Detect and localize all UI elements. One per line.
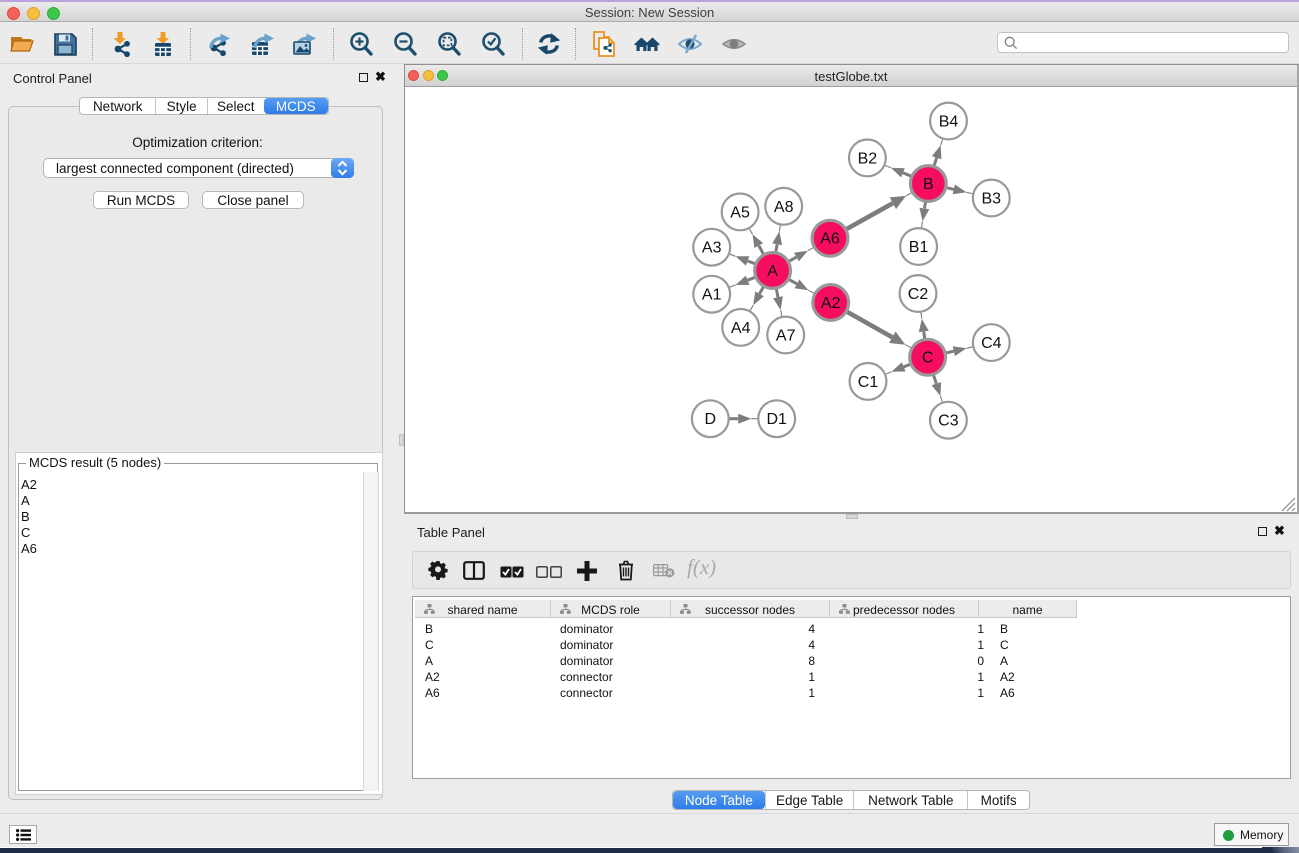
- svg-text:D1: D1: [766, 411, 787, 428]
- svg-text:B: B: [923, 176, 934, 193]
- svg-text:A4: A4: [731, 320, 751, 337]
- svg-text:C3: C3: [938, 413, 959, 430]
- svg-text:C2: C2: [908, 286, 929, 303]
- svg-text:B1: B1: [909, 239, 929, 256]
- svg-text:B4: B4: [939, 114, 959, 131]
- svg-text:C1: C1: [858, 374, 879, 391]
- svg-text:C: C: [922, 350, 934, 367]
- svg-text:C4: C4: [981, 335, 1002, 352]
- svg-text:B3: B3: [982, 191, 1002, 208]
- svg-text:A7: A7: [776, 328, 796, 345]
- svg-text:A3: A3: [702, 240, 722, 257]
- svg-text:A1: A1: [702, 287, 722, 304]
- svg-text:A2: A2: [821, 295, 841, 312]
- svg-text:A: A: [767, 263, 778, 280]
- svg-text:B2: B2: [858, 150, 878, 167]
- svg-text:A8: A8: [774, 199, 794, 216]
- svg-text:D: D: [705, 411, 717, 428]
- svg-text:A5: A5: [730, 204, 750, 221]
- svg-text:A6: A6: [820, 231, 840, 248]
